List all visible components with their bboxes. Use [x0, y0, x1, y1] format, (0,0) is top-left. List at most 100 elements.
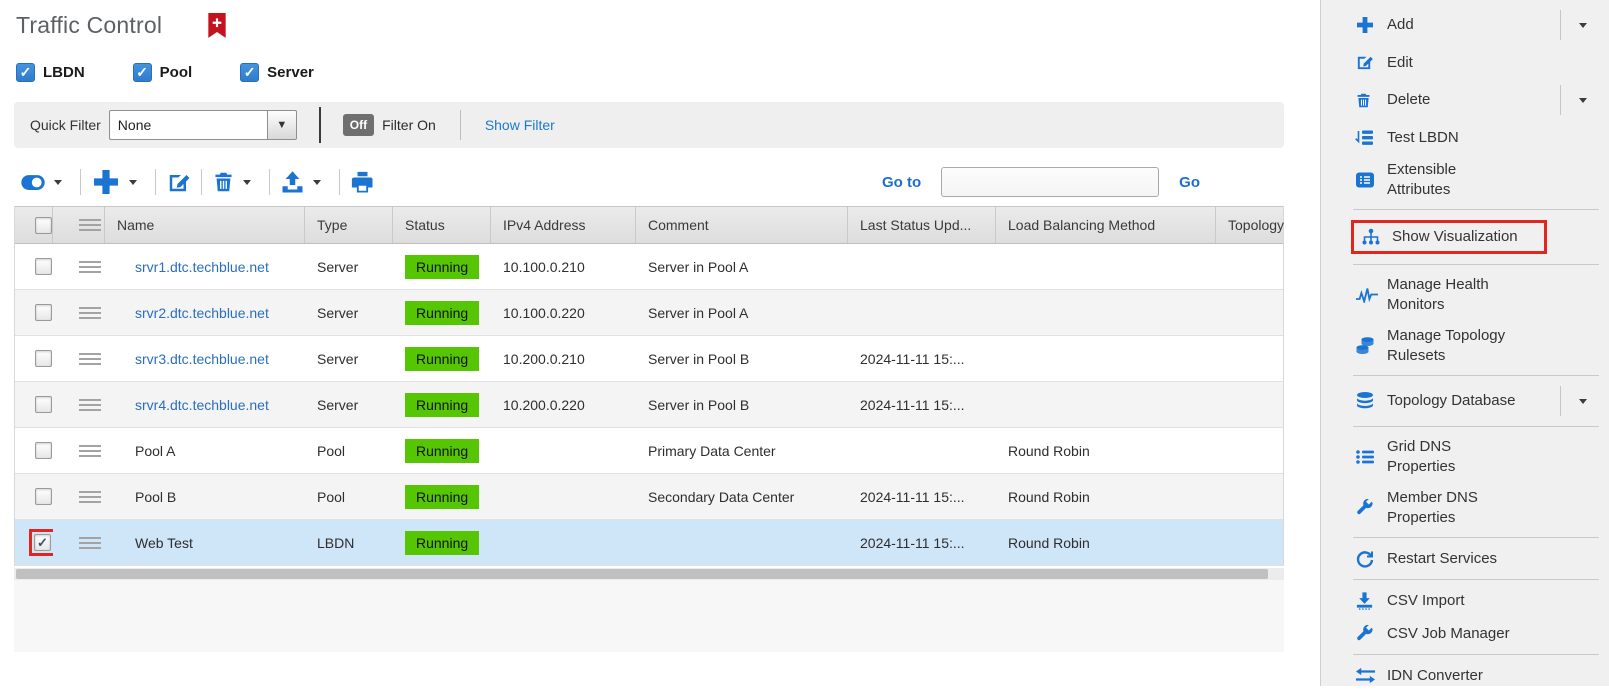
- server-checkbox[interactable]: ✓: [240, 63, 259, 82]
- row-status-cell: Running: [393, 531, 491, 555]
- divider: [1353, 426, 1599, 427]
- go-button[interactable]: Go: [1179, 174, 1200, 191]
- row-name-link[interactable]: srvr2.dtc.techblue.net: [105, 305, 305, 321]
- column-header-status[interactable]: Status: [393, 207, 491, 243]
- row-name[interactable]: Web Test: [105, 535, 305, 551]
- traffic-control-table: Name Type Status IPv4 Address Comment La…: [14, 206, 1284, 566]
- table-row[interactable]: Pool B Pool Running Secondary Data Cente…: [15, 474, 1283, 520]
- sidebar-item-test-lbdn[interactable]: Test LBDN: [1321, 121, 1609, 154]
- add-caret[interactable]: [129, 180, 137, 185]
- export-icon[interactable]: [280, 170, 305, 195]
- drag-handle-icon[interactable]: [79, 491, 105, 503]
- quick-filter-value[interactable]: None: [109, 110, 267, 140]
- show-filter-link[interactable]: Show Filter: [485, 117, 555, 133]
- sidebar-item-topology-database[interactable]: Topology Database: [1321, 380, 1609, 422]
- column-header-name[interactable]: Name: [105, 207, 305, 243]
- row-name[interactable]: Pool A: [105, 443, 305, 459]
- table-header-row: Name Type Status IPv4 Address Comment La…: [15, 206, 1283, 244]
- sidebar-item-manage-health-monitors[interactable]: Manage Health Monitors: [1321, 269, 1609, 320]
- scrollbar-thumb[interactable]: [16, 569, 1268, 579]
- type-filter-server[interactable]: ✓ Server: [240, 63, 314, 82]
- add-dropdown[interactable]: [1560, 10, 1601, 40]
- sidebar-item-label: Delete: [1387, 90, 1430, 110]
- lbdn-checkbox[interactable]: ✓: [16, 63, 35, 82]
- type-filter-lbdn[interactable]: ✓ LBDN: [16, 63, 85, 82]
- row-name[interactable]: Pool B: [105, 489, 305, 505]
- row-name-link[interactable]: srvr1.dtc.techblue.net: [105, 259, 305, 275]
- goto-input[interactable]: [941, 167, 1159, 197]
- toggle-view-icon[interactable]: [20, 174, 46, 191]
- row-status-cell: Running: [393, 485, 491, 509]
- export-caret[interactable]: [313, 180, 321, 185]
- sidebar-item-csv-job-manager[interactable]: CSV Job Manager: [1321, 617, 1609, 650]
- column-header-comment[interactable]: Comment: [636, 207, 848, 243]
- sidebar-item-label: Grid DNS Properties: [1387, 437, 1519, 476]
- row-checkbox-checked[interactable]: ✓: [34, 534, 51, 551]
- sidebar-item-delete[interactable]: Delete: [1321, 79, 1609, 121]
- column-header-type[interactable]: Type: [305, 207, 393, 243]
- pool-checkbox[interactable]: ✓: [133, 63, 152, 82]
- status-badge: Running: [405, 301, 479, 325]
- drag-handle-icon[interactable]: [79, 261, 105, 273]
- sidebar-item-idn-converter[interactable]: IDN Converter: [1321, 659, 1609, 692]
- row-checkbox-cell: [15, 488, 53, 505]
- sidebar-item-show-visualization[interactable]: Show Visualization: [1321, 214, 1609, 260]
- health-monitor-icon: [1355, 286, 1381, 303]
- column-header-ipv4[interactable]: IPv4 Address: [491, 207, 636, 243]
- sidebar-item-label: Test LBDN: [1387, 128, 1459, 148]
- filter-toggle-off-badge[interactable]: Off: [343, 114, 374, 136]
- table-row[interactable]: srvr3.dtc.techblue.net Server Running 10…: [15, 336, 1283, 382]
- sidebar-item-manage-topology-rulesets[interactable]: Manage Topology Rulesets: [1321, 320, 1609, 371]
- column-header-load-balancing[interactable]: Load Balancing Method: [996, 207, 1216, 243]
- drag-handle-icon[interactable]: [79, 353, 105, 365]
- drag-handle-icon[interactable]: [79, 399, 105, 411]
- quick-filter-select[interactable]: None ▼: [109, 110, 297, 140]
- row-checkbox[interactable]: [35, 396, 52, 413]
- add-icon[interactable]: [91, 167, 121, 197]
- type-filter-pool[interactable]: ✓ Pool: [133, 63, 193, 82]
- bookmark-icon[interactable]: [206, 13, 228, 39]
- trash-caret[interactable]: [243, 180, 251, 185]
- row-name-link[interactable]: srvr4.dtc.techblue.net: [105, 397, 305, 413]
- row-last-status: 2024-11-11 15:...: [848, 489, 996, 505]
- row-status-cell: Running: [393, 301, 491, 325]
- test-lbdn-icon: [1355, 128, 1381, 148]
- sidebar-item-member-dns-properties[interactable]: Member DNS Properties: [1321, 482, 1609, 533]
- table-row-selected[interactable]: ✓ Web Test LBDN Running 2024-11-11 15:..…: [15, 520, 1283, 566]
- row-checkbox[interactable]: [35, 258, 52, 275]
- edit-icon[interactable]: [166, 170, 191, 195]
- row-name-link[interactable]: srvr3.dtc.techblue.net: [105, 351, 305, 367]
- row-comment: Server in Pool A: [636, 305, 848, 321]
- trash-icon[interactable]: [212, 170, 235, 194]
- table-row[interactable]: srvr2.dtc.techblue.net Server Running 10…: [15, 290, 1283, 336]
- table-row[interactable]: Pool A Pool Running Primary Data Center …: [15, 428, 1283, 474]
- row-checkbox[interactable]: [35, 442, 52, 459]
- select-all-checkbox[interactable]: [35, 217, 52, 234]
- select-all-column-header[interactable]: [15, 207, 53, 243]
- row-type: Server: [305, 351, 393, 367]
- sidebar-item-edit[interactable]: Edit: [1321, 46, 1609, 79]
- toggle-view-caret[interactable]: [54, 180, 62, 185]
- delete-dropdown[interactable]: [1560, 85, 1601, 115]
- sidebar-item-extensible-attributes[interactable]: Extensible Attributes: [1321, 154, 1609, 205]
- table-row[interactable]: srvr1.dtc.techblue.net Server Running 10…: [15, 244, 1283, 290]
- drag-handle-icon[interactable]: [79, 537, 105, 549]
- row-checkbox[interactable]: [35, 304, 52, 321]
- row-checkbox[interactable]: [35, 488, 52, 505]
- sidebar-item-add[interactable]: Add: [1321, 4, 1609, 46]
- column-header-topology[interactable]: Topology: [1216, 207, 1285, 243]
- row-load-balancing: Round Robin: [996, 443, 1216, 459]
- status-badge: Running: [405, 393, 479, 417]
- horizontal-scrollbar[interactable]: [14, 568, 1284, 580]
- sidebar-item-grid-dns-properties[interactable]: Grid DNS Properties: [1321, 431, 1609, 482]
- sidebar-item-restart-services[interactable]: Restart Services: [1321, 542, 1609, 575]
- topology-database-dropdown[interactable]: [1560, 386, 1601, 416]
- drag-handle-icon[interactable]: [79, 307, 105, 319]
- row-checkbox[interactable]: [35, 350, 52, 367]
- sidebar-item-csv-import[interactable]: CSV Import: [1321, 584, 1609, 617]
- chevron-down-icon[interactable]: ▼: [267, 110, 297, 140]
- print-icon[interactable]: [350, 170, 375, 195]
- drag-handle-icon[interactable]: [79, 445, 105, 457]
- column-header-last-status[interactable]: Last Status Upd...: [848, 207, 996, 243]
- table-row[interactable]: srvr4.dtc.techblue.net Server Running 10…: [15, 382, 1283, 428]
